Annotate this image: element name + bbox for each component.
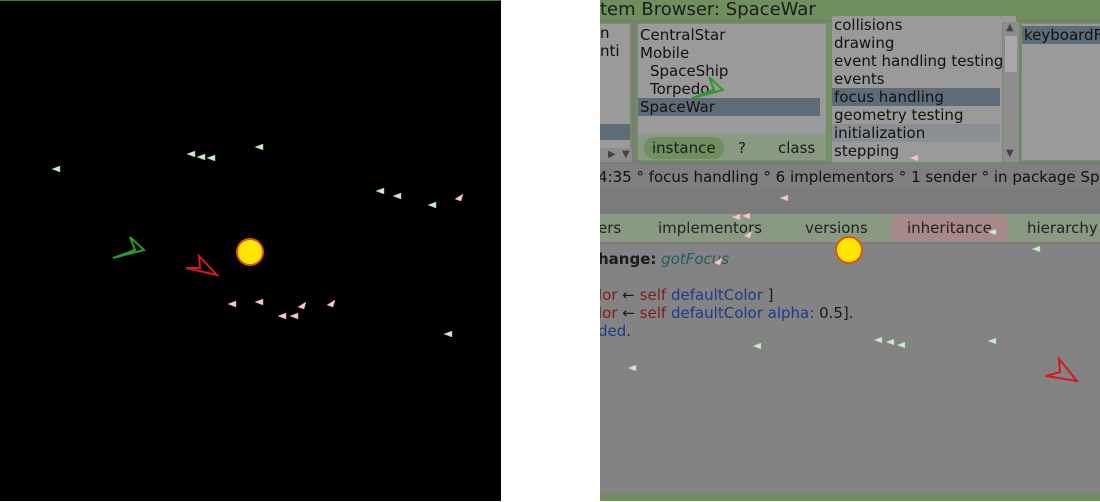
package-list-pane[interactable]: n nti xyxy=(600,22,632,162)
code-line-2[interactable]: lor ← self defaultColor ] xyxy=(600,286,774,304)
help-button[interactable]: ? xyxy=(730,137,754,159)
class-item-torpedo[interactable]: Torpedo xyxy=(638,80,826,98)
red-ship-icon xyxy=(185,253,220,277)
torpedo-icon xyxy=(297,301,307,310)
instance-button[interactable]: instance xyxy=(644,137,724,159)
package-item[interactable]: nti xyxy=(600,42,630,60)
senders-button[interactable]: ers xyxy=(600,215,621,241)
green-ship-icon xyxy=(112,236,147,259)
assign-arrow: ← xyxy=(622,304,635,322)
torpedo-icon xyxy=(254,298,264,306)
torpedo-icon xyxy=(443,330,453,338)
code-keyword: hange: xyxy=(600,250,657,268)
torpedo-icon xyxy=(206,154,216,162)
class-side-button[interactable]: class xyxy=(770,137,823,159)
status-bar: 4:35 ° focus handling ° 6 implementors °… xyxy=(600,164,1100,190)
status-text: 4:35 ° focus handling ° 6 implementors °… xyxy=(600,168,1100,186)
torpedo-icon xyxy=(277,312,287,320)
assign-arrow: ← xyxy=(622,286,635,304)
torpedo-icon xyxy=(196,153,206,161)
category-scrollbar[interactable]: ▲ ▼ xyxy=(1002,22,1019,162)
window-bottom-border[interactable] xyxy=(600,494,1100,501)
torpedo-icon xyxy=(227,300,237,308)
torpedo-icon xyxy=(51,165,61,173)
versions-button[interactable]: versions xyxy=(805,215,868,241)
code-pane[interactable]: hange: gotFocus lor ← self defaultColor … xyxy=(600,244,1100,496)
torpedo-icon xyxy=(289,312,299,320)
game-canvas[interactable] xyxy=(0,0,501,501)
scroll-thumb[interactable] xyxy=(1005,36,1017,72)
code-message: defaultColor xyxy=(670,286,763,304)
package-item[interactable]: n xyxy=(600,24,630,42)
torpedo-icon xyxy=(427,201,437,209)
code-message: defaultColor alpha: xyxy=(670,304,815,322)
category-list-pane[interactable]: collisions drawing event handling testin… xyxy=(830,14,1018,164)
code-bracket: ] xyxy=(767,286,774,304)
method-list-pane[interactable]: keyboardF xyxy=(1020,22,1100,162)
category-item[interactable]: geometry testing xyxy=(832,106,1016,124)
arrow-down-icon[interactable]: ▼ xyxy=(1006,148,1014,159)
category-item[interactable]: drawing xyxy=(832,34,1016,52)
code-line-4[interactable]: ded. xyxy=(600,322,631,340)
code-selector: gotFocus xyxy=(661,250,730,268)
code-self: self xyxy=(639,286,667,304)
torpedo-icon xyxy=(375,187,385,195)
implementors-button[interactable]: implementors xyxy=(658,215,762,241)
scrollbar-horizontal[interactable]: ▶ ▼ xyxy=(600,148,632,162)
class-button-row: instance ? class xyxy=(638,134,826,160)
torpedo-icon xyxy=(326,299,336,308)
system-browser-window[interactable]: tem Browser: SpaceWar n nti ▶ ▼ CentralS… xyxy=(600,0,1100,501)
category-item[interactable]: stepping xyxy=(832,142,1016,160)
category-item[interactable]: collisions xyxy=(832,16,1016,34)
torpedo-icon xyxy=(779,194,789,202)
code-line-1[interactable]: hange: gotFocus xyxy=(600,250,729,268)
class-item-mobile[interactable]: Mobile xyxy=(638,44,826,62)
arrow-right-icon[interactable]: ▶ xyxy=(608,149,616,160)
torpedo-icon xyxy=(254,143,264,151)
arrow-up-icon[interactable]: ▲ xyxy=(1006,22,1014,33)
torpedo-icon xyxy=(392,192,402,200)
tool-button-row: ers implementors versions inheritance hi… xyxy=(600,214,1100,242)
selected-package[interactable] xyxy=(600,124,630,140)
code-var: lor xyxy=(600,286,618,304)
code-period: . xyxy=(626,322,632,340)
torpedo-icon xyxy=(454,193,464,202)
arrow-down-icon[interactable]: ▼ xyxy=(622,149,630,160)
hierarchy-button[interactable]: hierarchy xyxy=(1027,215,1098,241)
code-line-3[interactable]: lor ← self defaultColor alpha: 0.5]. xyxy=(600,304,854,322)
central-star-icon xyxy=(236,238,264,266)
category-item-selected[interactable]: focus handling xyxy=(832,88,1000,106)
class-list-pane[interactable]: CentralStar Mobile SpaceShip Torpedo Spa… xyxy=(636,22,828,162)
class-item-spacewar[interactable]: SpaceWar xyxy=(638,98,820,116)
torpedo-icon xyxy=(186,150,196,158)
category-item[interactable]: initialization xyxy=(832,124,1000,142)
method-item-selected[interactable]: keyboardF xyxy=(1022,26,1100,44)
code-var: lor xyxy=(600,304,618,322)
inheritance-button[interactable]: inheritance xyxy=(891,215,1008,241)
code-number: 0.5]. xyxy=(819,304,854,322)
class-item-spaceship[interactable]: SpaceShip xyxy=(638,62,826,80)
category-item[interactable]: events xyxy=(832,70,1016,88)
class-item-centralstar[interactable]: CentralStar xyxy=(638,26,826,44)
code-self: self xyxy=(639,304,667,322)
game-svg xyxy=(51,143,464,338)
code-message: ded xyxy=(600,322,627,340)
category-item[interactable]: event handling testing xyxy=(832,52,1016,70)
